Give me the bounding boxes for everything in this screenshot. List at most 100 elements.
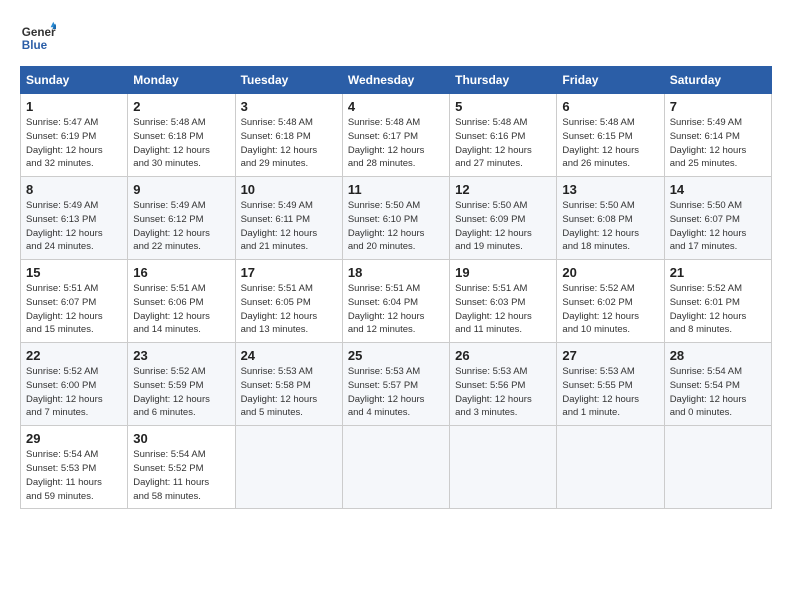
day-info: Sunrise: 5:52 AMSunset: 6:02 PMDaylight:… <box>562 282 658 337</box>
day-number: 18 <box>348 265 444 280</box>
calendar-cell: 30 Sunrise: 5:54 AMSunset: 5:52 PMDayligh… <box>128 426 235 509</box>
calendar-cell <box>664 426 771 509</box>
day-info: Sunrise: 5:49 AMSunset: 6:12 PMDaylight:… <box>133 199 229 254</box>
day-info: Sunrise: 5:50 AMSunset: 6:08 PMDaylight:… <box>562 199 658 254</box>
calendar-cell: 17 Sunrise: 5:51 AMSunset: 6:05 PMDayligh… <box>235 260 342 343</box>
day-info: Sunrise: 5:47 AMSunset: 6:19 PMDaylight:… <box>26 116 122 171</box>
day-info: Sunrise: 5:51 AMSunset: 6:04 PMDaylight:… <box>348 282 444 337</box>
logo-icon: General Blue <box>20 20 56 56</box>
calendar-cell <box>342 426 449 509</box>
day-info: Sunrise: 5:50 AMSunset: 6:10 PMDaylight:… <box>348 199 444 254</box>
day-info: Sunrise: 5:54 AMSunset: 5:54 PMDaylight:… <box>670 365 766 420</box>
calendar-cell: 4 Sunrise: 5:48 AMSunset: 6:17 PMDaylight… <box>342 94 449 177</box>
day-info: Sunrise: 5:48 AMSunset: 6:16 PMDaylight:… <box>455 116 551 171</box>
day-number: 14 <box>670 182 766 197</box>
calendar-cell: 10 Sunrise: 5:49 AMSunset: 6:11 PMDayligh… <box>235 177 342 260</box>
day-info: Sunrise: 5:53 AMSunset: 5:55 PMDaylight:… <box>562 365 658 420</box>
day-number: 26 <box>455 348 551 363</box>
svg-text:Blue: Blue <box>22 39 48 52</box>
day-info: Sunrise: 5:49 AMSunset: 6:11 PMDaylight:… <box>241 199 337 254</box>
calendar-cell: 7 Sunrise: 5:49 AMSunset: 6:14 PMDaylight… <box>664 94 771 177</box>
weekday-header-sunday: Sunday <box>21 67 128 94</box>
calendar-cell: 27 Sunrise: 5:53 AMSunset: 5:55 PMDayligh… <box>557 343 664 426</box>
calendar-cell <box>235 426 342 509</box>
calendar-cell: 15 Sunrise: 5:51 AMSunset: 6:07 PMDayligh… <box>21 260 128 343</box>
day-number: 25 <box>348 348 444 363</box>
day-number: 24 <box>241 348 337 363</box>
day-number: 15 <box>26 265 122 280</box>
day-info: Sunrise: 5:49 AMSunset: 6:14 PMDaylight:… <box>670 116 766 171</box>
calendar-cell: 8Sunrise: 5:49 AMSunset: 6:13 PMDaylight… <box>21 177 128 260</box>
day-info: Sunrise: 5:54 AMSunset: 5:52 PMDaylight:… <box>133 448 229 503</box>
calendar-cell: 1 Sunrise: 5:47 AMSunset: 6:19 PMDaylight… <box>21 94 128 177</box>
day-number: 11 <box>348 182 444 197</box>
day-number: 6 <box>562 99 658 114</box>
header: General Blue <box>20 20 772 56</box>
day-info: Sunrise: 5:50 AMSunset: 6:07 PMDaylight:… <box>670 199 766 254</box>
calendar-cell: 26 Sunrise: 5:53 AMSunset: 5:56 PMDayligh… <box>450 343 557 426</box>
calendar-cell: 23 Sunrise: 5:52 AMSunset: 5:59 PMDayligh… <box>128 343 235 426</box>
day-number: 12 <box>455 182 551 197</box>
day-info: Sunrise: 5:52 AMSunset: 6:00 PMDaylight:… <box>26 365 122 420</box>
calendar-cell: 29Sunrise: 5:54 AMSunset: 5:53 PMDayligh… <box>21 426 128 509</box>
calendar-cell: 2 Sunrise: 5:48 AMSunset: 6:18 PMDaylight… <box>128 94 235 177</box>
calendar-cell: 25 Sunrise: 5:53 AMSunset: 5:57 PMDayligh… <box>342 343 449 426</box>
weekday-header-thursday: Thursday <box>450 67 557 94</box>
weekday-header-monday: Monday <box>128 67 235 94</box>
day-number: 9 <box>133 182 229 197</box>
calendar-cell: 21Sunrise: 5:52 AMSunset: 6:01 PMDayligh… <box>664 260 771 343</box>
weekday-header-friday: Friday <box>557 67 664 94</box>
day-info: Sunrise: 5:52 AMSunset: 5:59 PMDaylight:… <box>133 365 229 420</box>
calendar-cell: 14 Sunrise: 5:50 AMSunset: 6:07 PMDayligh… <box>664 177 771 260</box>
calendar-cell: 3Sunrise: 5:48 AMSunset: 6:18 PMDaylight… <box>235 94 342 177</box>
day-number: 7 <box>670 99 766 114</box>
day-number: 23 <box>133 348 229 363</box>
day-info: Sunrise: 5:51 AMSunset: 6:03 PMDaylight:… <box>455 282 551 337</box>
day-number: 4 <box>348 99 444 114</box>
day-info: Sunrise: 5:53 AMSunset: 5:57 PMDaylight:… <box>348 365 444 420</box>
calendar-cell: 20Sunrise: 5:52 AMSunset: 6:02 PMDayligh… <box>557 260 664 343</box>
calendar-cell: 19 Sunrise: 5:51 AMSunset: 6:03 PMDayligh… <box>450 260 557 343</box>
day-number: 5 <box>455 99 551 114</box>
day-info: Sunrise: 5:51 AMSunset: 6:05 PMDaylight:… <box>241 282 337 337</box>
weekday-header-saturday: Saturday <box>664 67 771 94</box>
day-info: Sunrise: 5:48 AMSunset: 6:17 PMDaylight:… <box>348 116 444 171</box>
day-number: 1 <box>26 99 122 114</box>
svg-text:General: General <box>22 26 56 39</box>
day-number: 10 <box>241 182 337 197</box>
day-number: 30 <box>133 431 229 446</box>
day-number: 28 <box>670 348 766 363</box>
calendar-cell: 18 Sunrise: 5:51 AMSunset: 6:04 PMDayligh… <box>342 260 449 343</box>
day-info: Sunrise: 5:48 AMSunset: 6:18 PMDaylight:… <box>133 116 229 171</box>
day-number: 16 <box>133 265 229 280</box>
calendar-cell: 11 Sunrise: 5:50 AMSunset: 6:10 PMDayligh… <box>342 177 449 260</box>
day-number: 13 <box>562 182 658 197</box>
day-info: Sunrise: 5:53 AMSunset: 5:56 PMDaylight:… <box>455 365 551 420</box>
day-info: Sunrise: 5:54 AMSunset: 5:53 PMDaylight:… <box>26 448 122 503</box>
day-info: Sunrise: 5:48 AMSunset: 6:18 PMDaylight:… <box>241 116 337 171</box>
calendar-cell: 5 Sunrise: 5:48 AMSunset: 6:16 PMDaylight… <box>450 94 557 177</box>
calendar-cell: 22 Sunrise: 5:52 AMSunset: 6:00 PMDayligh… <box>21 343 128 426</box>
day-number: 8 <box>26 182 122 197</box>
day-number: 17 <box>241 265 337 280</box>
calendar-cell: 13 Sunrise: 5:50 AMSunset: 6:08 PMDayligh… <box>557 177 664 260</box>
day-info: Sunrise: 5:53 AMSunset: 5:58 PMDaylight:… <box>241 365 337 420</box>
day-info: Sunrise: 5:50 AMSunset: 6:09 PMDaylight:… <box>455 199 551 254</box>
calendar-table: SundayMondayTuesdayWednesdayThursdayFrid… <box>20 66 772 509</box>
calendar-cell: 6 Sunrise: 5:48 AMSunset: 6:15 PMDaylight… <box>557 94 664 177</box>
day-info: Sunrise: 5:48 AMSunset: 6:15 PMDaylight:… <box>562 116 658 171</box>
day-number: 2 <box>133 99 229 114</box>
logo: General Blue <box>20 20 56 56</box>
day-info: Sunrise: 5:51 AMSunset: 6:06 PMDaylight:… <box>133 282 229 337</box>
calendar-cell: 28 Sunrise: 5:54 AMSunset: 5:54 PMDayligh… <box>664 343 771 426</box>
day-number: 19 <box>455 265 551 280</box>
calendar-cell <box>450 426 557 509</box>
calendar-cell: 24 Sunrise: 5:53 AMSunset: 5:58 PMDayligh… <box>235 343 342 426</box>
day-number: 21 <box>670 265 766 280</box>
weekday-header-wednesday: Wednesday <box>342 67 449 94</box>
day-number: 27 <box>562 348 658 363</box>
calendar-cell: 16 Sunrise: 5:51 AMSunset: 6:06 PMDayligh… <box>128 260 235 343</box>
day-number: 22 <box>26 348 122 363</box>
day-info: Sunrise: 5:51 AMSunset: 6:07 PMDaylight:… <box>26 282 122 337</box>
calendar-cell <box>557 426 664 509</box>
